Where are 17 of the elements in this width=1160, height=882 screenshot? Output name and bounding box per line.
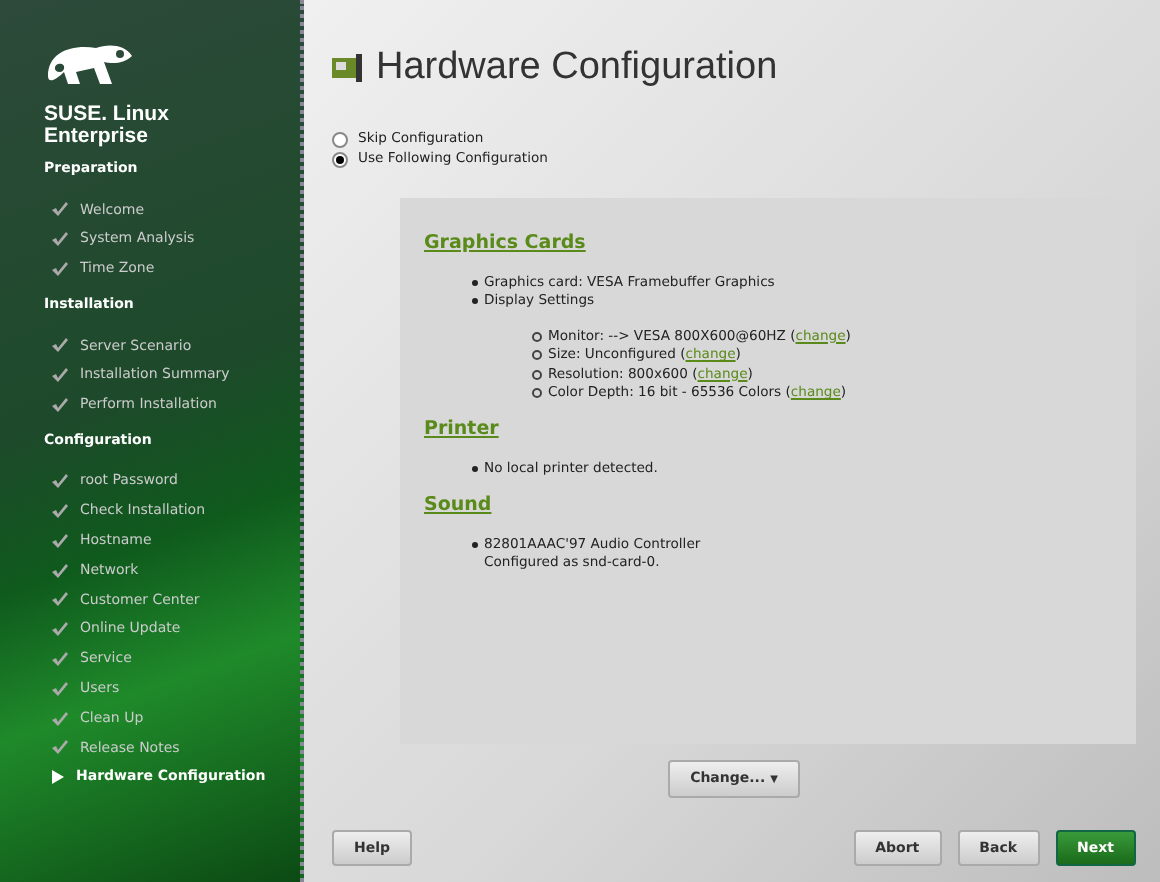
bullet-icon — [472, 298, 478, 305]
bullet-icon — [472, 279, 478, 286]
circle-bullet-icon — [532, 388, 542, 399]
bullet-icon — [472, 466, 478, 472]
circle-bullet-icon — [532, 369, 542, 380]
card-icon — [332, 54, 364, 83]
page-title: Hardware Configuration — [376, 44, 778, 92]
bullet-icon — [472, 541, 478, 548]
brand-name: Enterprise — [44, 126, 150, 148]
brand-name: SUSE. Linux — [44, 104, 171, 126]
radio-button[interactable] — [332, 131, 348, 147]
circle-bullet-icon — [532, 331, 542, 342]
circle-bullet-icon — [532, 350, 542, 361]
section-heading: Printer — [424, 415, 499, 444]
section-heading: Sound — [424, 491, 492, 519]
section-heading: Graphics Cards — [424, 229, 586, 257]
radio-button[interactable] — [332, 151, 348, 167]
